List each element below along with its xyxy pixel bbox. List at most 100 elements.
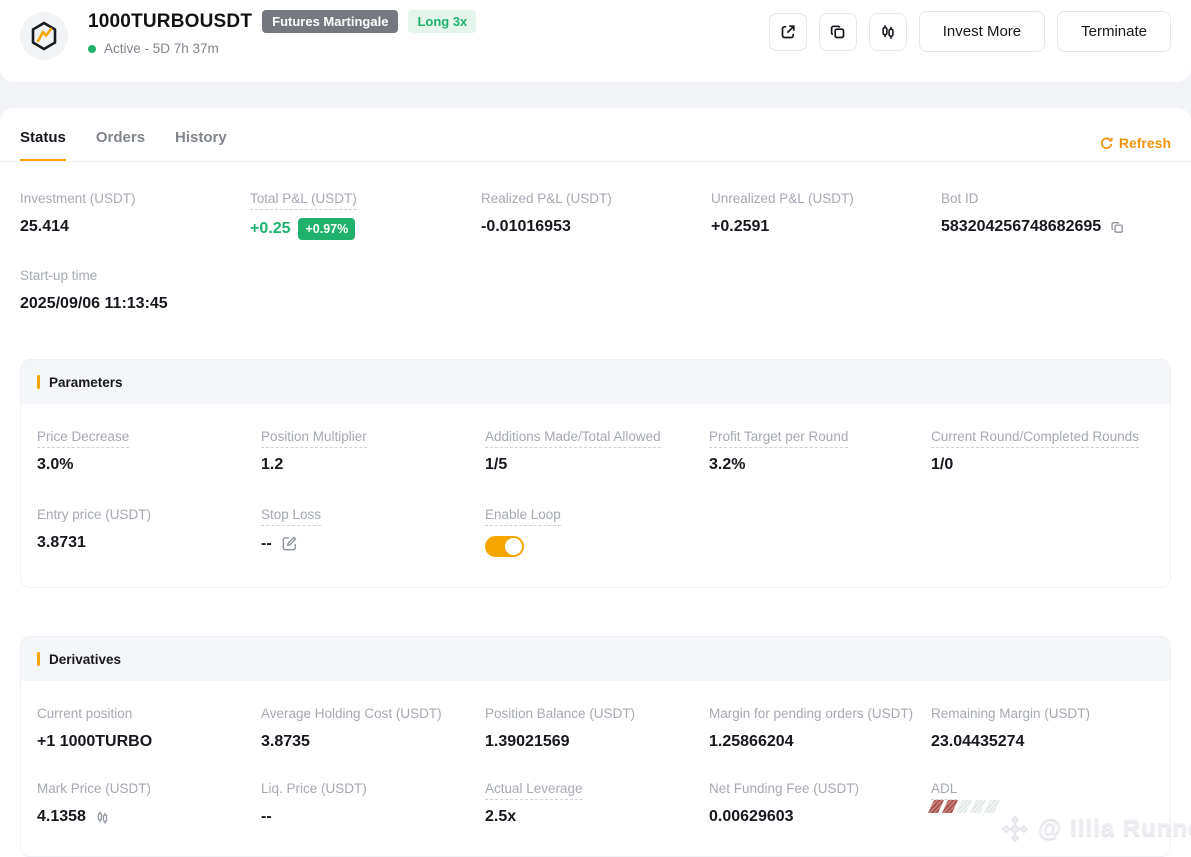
param-profit-target: Profit Target per Round 3.2%	[709, 429, 931, 474]
param-value: 1.2	[261, 456, 284, 473]
deriv-value: --	[261, 808, 272, 825]
stat-label: Total P&L (USDT)	[250, 191, 357, 210]
deriv-current-position: Current position +1 1000TURBO	[37, 706, 261, 751]
candlestick-icon	[878, 22, 898, 42]
bot-id-value: 583204256748682695	[941, 218, 1102, 235]
invest-more-button[interactable]: Invest More	[918, 11, 1046, 52]
status-stats-row: Investment (USDT) 25.414 Total P&L (USDT…	[20, 191, 1171, 240]
param-price-decrease: Price Decrease 3.0%	[37, 429, 261, 474]
refresh-button[interactable]: Refresh	[1099, 135, 1171, 151]
bot-symbol-title: 1000TURBOUSDT	[88, 10, 253, 32]
share-button[interactable]	[768, 12, 807, 51]
stat-value: 25.414	[20, 218, 69, 235]
deriv-label: Mark Price (USDT)	[37, 781, 151, 796]
total-pnl-percent-badge: +0.97%	[298, 218, 356, 240]
stat-startup-time: Start-up time 2025/09/06 11:13:45	[20, 268, 1171, 313]
deriv-value: 23.04435274	[931, 733, 1025, 750]
param-value: 1/0	[931, 456, 954, 473]
parameters-section-header: Parameters	[21, 360, 1170, 404]
enable-loop-toggle[interactable]	[485, 536, 524, 557]
deriv-label: Net Funding Fee (USDT)	[709, 781, 860, 796]
deriv-pending-margin: Margin for pending orders (USDT) 1.25866…	[709, 706, 931, 751]
deriv-avg-holding-cost: Average Holding Cost (USDT) 3.8735	[261, 706, 485, 751]
stat-label: Investment (USDT)	[20, 191, 136, 206]
deriv-remaining-margin: Remaining Margin (USDT) 23.04435274	[931, 706, 1154, 751]
stat-value: +0.2591	[711, 218, 770, 235]
param-position-multiplier: Position Multiplier 1.2	[261, 429, 485, 474]
bot-detail-panel: Status Orders History Refresh Investment…	[0, 108, 1191, 857]
adl-indicator	[927, 800, 1154, 813]
mark-price-value: 4.1358	[37, 808, 86, 825]
param-value: 1/5	[485, 456, 508, 473]
param-label: Price Decrease	[37, 429, 130, 448]
deriv-label: Average Holding Cost (USDT)	[261, 706, 442, 721]
stat-label: Bot ID	[941, 191, 979, 206]
deriv-label: Liq. Price (USDT)	[261, 781, 367, 796]
stat-value: 2025/09/06 11:13:45	[20, 295, 168, 312]
deriv-liq-price: Liq. Price (USDT) --	[261, 781, 485, 826]
tab-status[interactable]: Status	[20, 129, 66, 162]
deriv-value: +1 1000TURBO	[37, 733, 153, 750]
param-label: Position Multiplier	[261, 429, 367, 448]
stat-investment: Investment (USDT) 25.414	[20, 191, 250, 240]
deriv-net-funding-fee: Net Funding Fee (USDT) 0.00629603	[709, 781, 931, 826]
terminate-button[interactable]: Terminate	[1057, 11, 1171, 52]
tab-orders[interactable]: Orders	[96, 129, 145, 162]
hexagon-chart-logo-icon	[31, 21, 57, 51]
deriv-label: Current position	[37, 706, 133, 721]
deriv-actual-leverage: Actual Leverage 2.5x	[485, 781, 709, 826]
stat-label: Realized P&L (USDT)	[481, 191, 612, 206]
param-value: 3.8731	[37, 534, 86, 551]
deriv-mark-price: Mark Price (USDT) 4.1358	[37, 781, 261, 826]
bot-logo	[20, 12, 68, 60]
section-accent-bar	[37, 375, 40, 389]
param-value: 3.0%	[37, 456, 74, 473]
stop-loss-value: --	[261, 534, 272, 552]
tab-bar: Status Orders History	[0, 108, 1191, 162]
refresh-label: Refresh	[1118, 135, 1171, 151]
adl-bar	[983, 800, 1001, 813]
stat-unrealized-pnl: Unrealized P&L (USDT) +0.2591	[711, 191, 941, 240]
deriv-label: Position Balance (USDT)	[485, 706, 636, 721]
section-title: Derivatives	[49, 651, 122, 667]
section-accent-bar	[37, 652, 40, 666]
bot-side-leverage-badge: Long 3x	[408, 10, 477, 33]
param-label: Enable Loop	[485, 507, 561, 526]
param-label: Entry price (USDT)	[37, 507, 152, 522]
copy-bot-button[interactable]	[818, 12, 857, 51]
param-entry-price: Entry price (USDT) 3.8731	[37, 507, 261, 557]
copy-icon[interactable]	[1109, 219, 1126, 236]
param-enable-loop: Enable Loop	[485, 507, 709, 557]
param-label: Additions Made/Total Allowed	[485, 429, 661, 448]
param-value: 3.2%	[709, 456, 746, 473]
stat-value: -0.01016953	[481, 218, 571, 235]
deriv-label: Margin for pending orders (USDT)	[709, 706, 914, 721]
param-stop-loss: Stop Loss --	[261, 507, 485, 557]
param-additions: Additions Made/Total Allowed 1/5	[485, 429, 709, 474]
tab-history[interactable]: History	[175, 129, 227, 162]
derivatives-section: Derivatives Current position +1 1000TURB…	[20, 636, 1171, 857]
total-pnl-value: +0.25	[250, 220, 291, 237]
deriv-value: 1.25866204	[709, 733, 794, 750]
copy-icon	[828, 22, 848, 42]
deriv-value: 3.8735	[261, 733, 310, 750]
param-label: Profit Target per Round	[709, 429, 849, 448]
stat-label: Start-up time	[20, 268, 98, 283]
stat-label: Unrealized P&L (USDT)	[711, 191, 854, 206]
stat-bot-id: Bot ID 583204256748682695	[941, 191, 1171, 240]
param-current-round: Current Round/Completed Rounds 1/0	[931, 429, 1154, 474]
bot-type-badge: Futures Martingale	[262, 10, 399, 33]
param-label: Stop Loss	[261, 507, 322, 526]
derivatives-section-header: Derivatives	[21, 637, 1170, 681]
chart-button[interactable]	[868, 12, 907, 51]
edit-icon[interactable]	[280, 534, 299, 553]
active-status-text: Active - 5D 7h 37m	[104, 41, 219, 56]
deriv-value: 0.00629603	[709, 808, 794, 825]
candlestick-icon[interactable]	[94, 809, 111, 826]
deriv-value: 1.39021569	[485, 733, 570, 750]
bot-header: 1000TURBOUSDT Futures Martingale Long 3x…	[0, 0, 1191, 82]
deriv-value: 2.5x	[485, 808, 517, 825]
refresh-icon	[1099, 136, 1114, 151]
section-title: Parameters	[49, 374, 123, 390]
deriv-adl: ADL	[927, 781, 1154, 826]
